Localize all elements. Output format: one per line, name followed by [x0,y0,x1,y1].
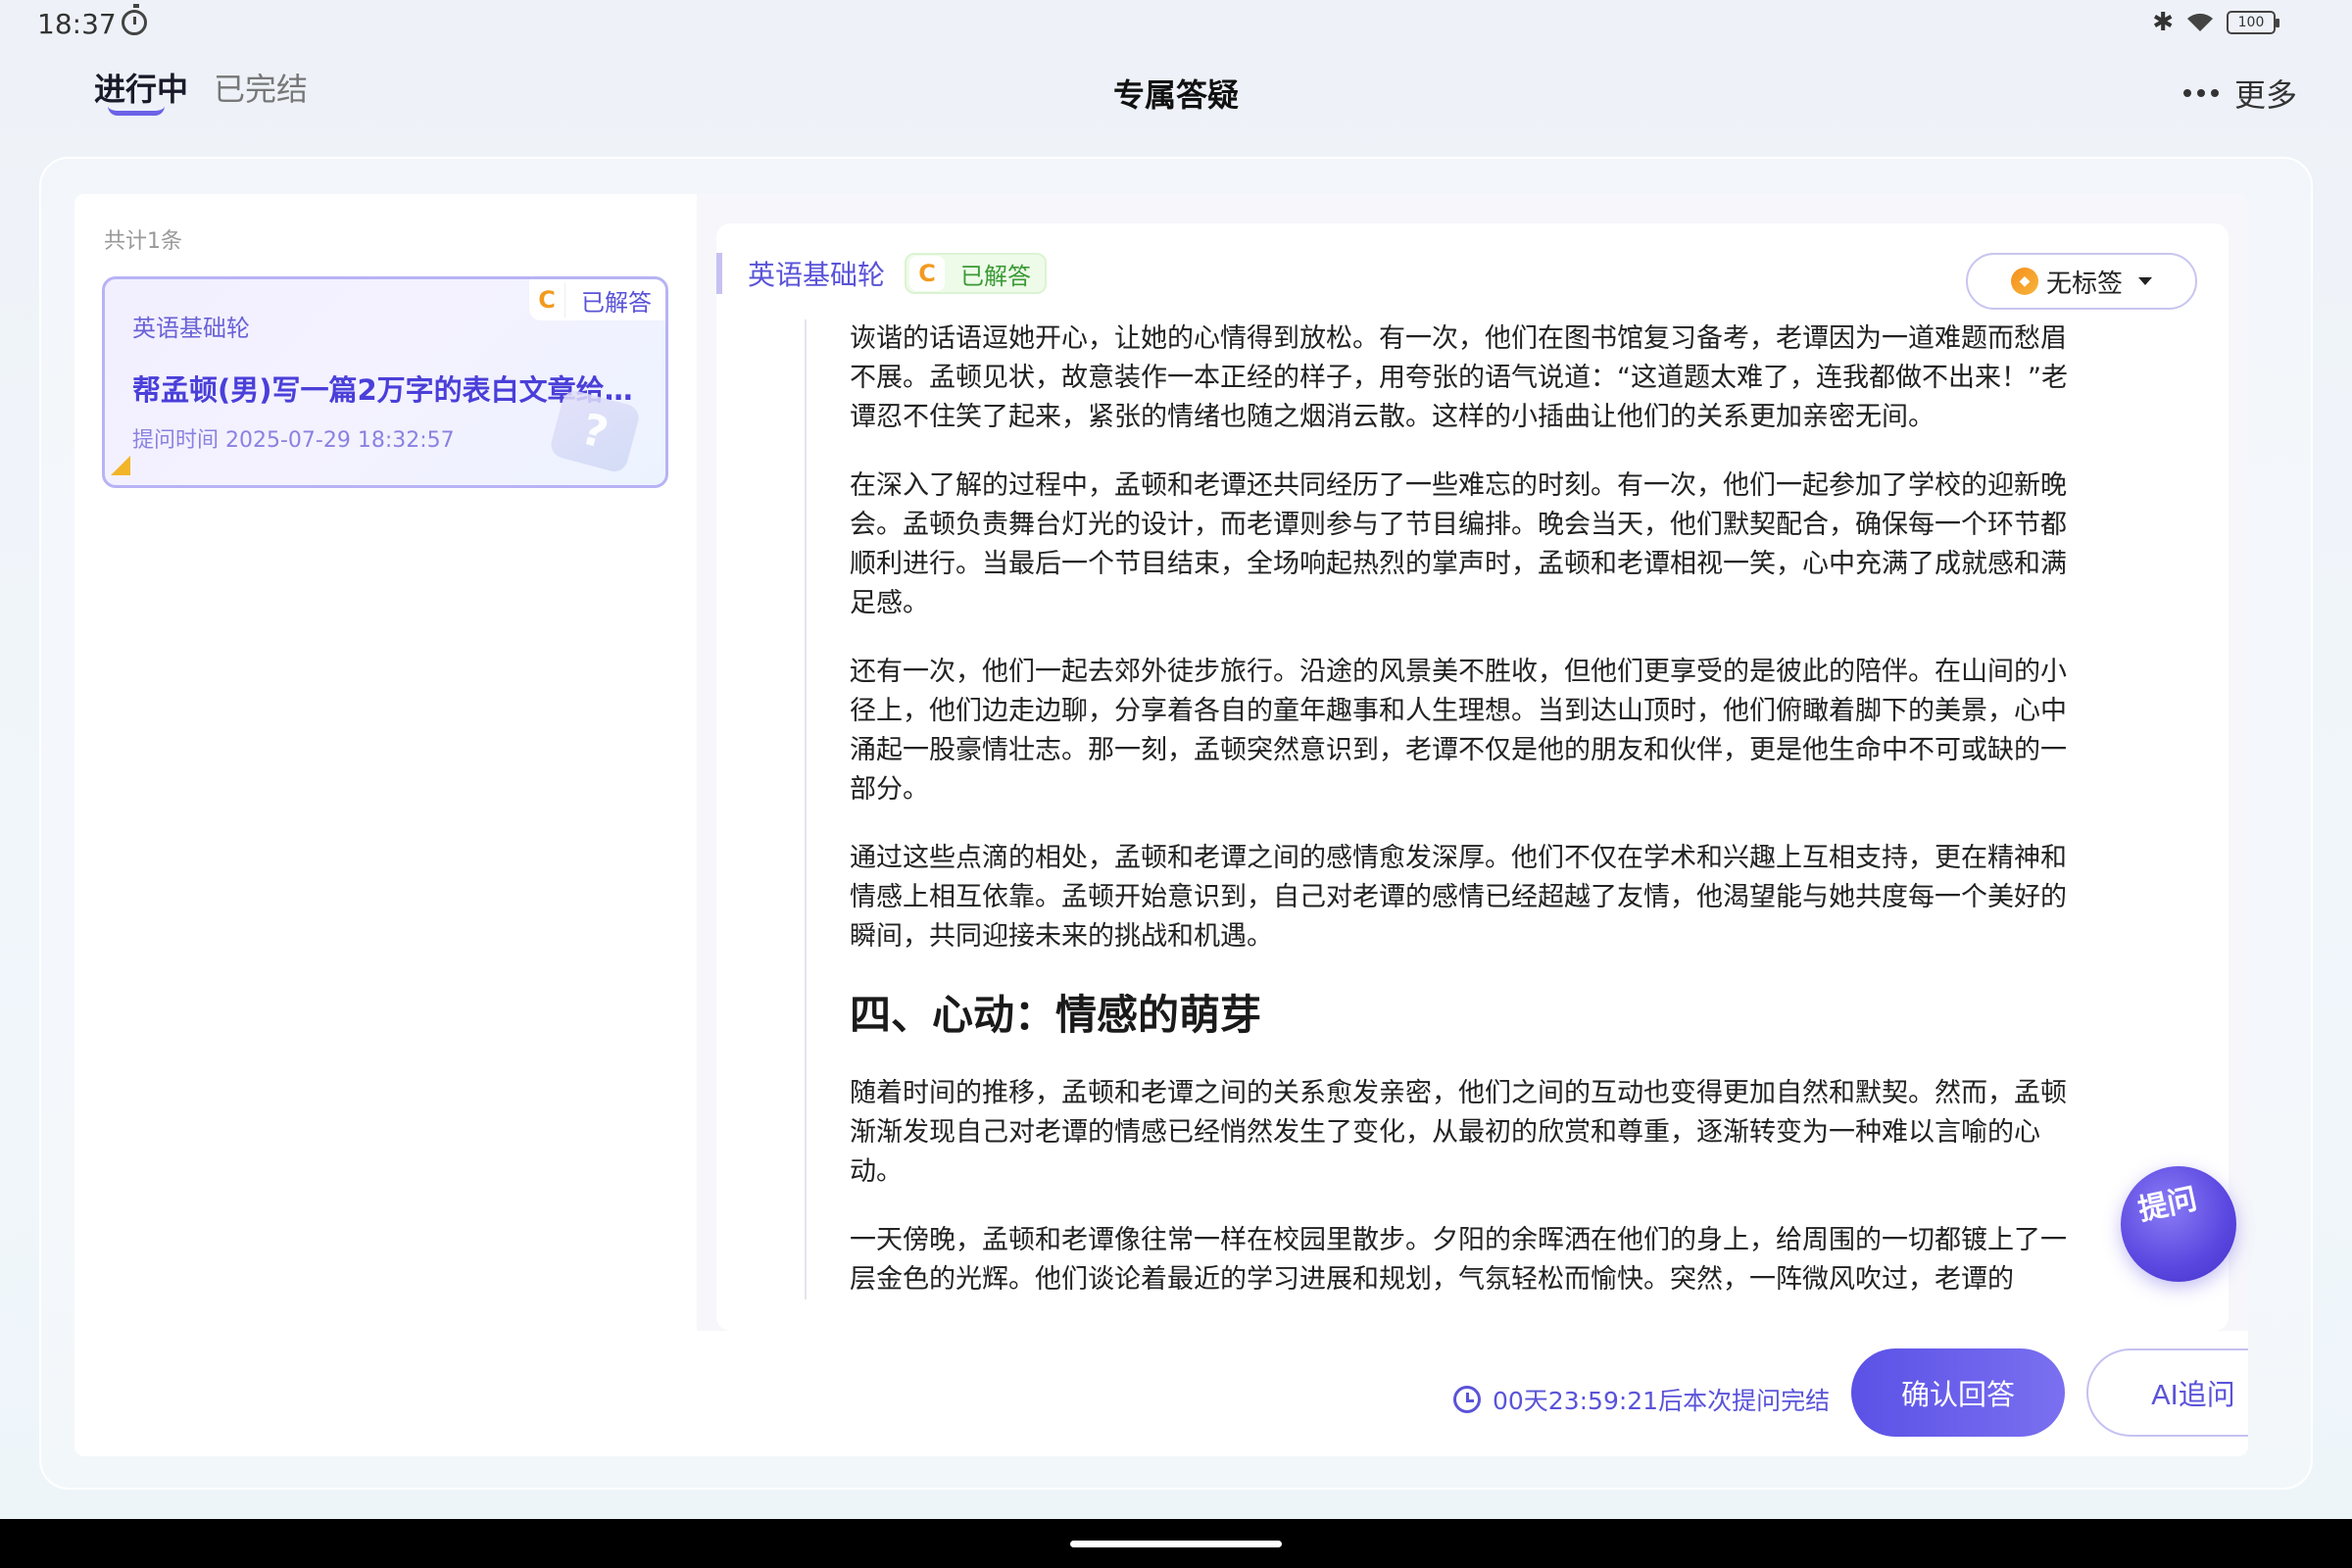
question-card[interactable]: C 已解答 英语基础轮 帮孟顿(男)写一篇2万字的表白文章给… 提问时间 202… [102,276,668,488]
card-status-tag: C 已解答 [529,279,665,320]
answer-paragraph: 通过这些点滴的相处，孟顿和老谭之间的感情愈发深厚。他们不仅在学术和兴趣上互相支持… [850,843,2067,952]
footer-bar: 00天23:59:21后本次提问完结 确认回答 AI追问 [697,1331,2248,1456]
answer-heading: 四、心动：情感的萌芽 [850,991,1262,1039]
caret-down-icon [2138,277,2152,285]
bluetooth-icon: ✱ [2152,8,2174,37]
answer-paragraph: 在深入了解的过程中，孟顿和老谭还共同经历了一些难忘的时刻。有一次，他们一起参加了… [850,470,2067,618]
ai-followup-button[interactable]: AI追问 [2086,1348,2248,1437]
status-time: 18:37 [37,8,117,40]
tag-icon: ◆ [2010,268,2038,295]
answer-pane: 英语基础轮 C 已解答 ◆ 无标签 诙谐的话语逗她开心，让她的心情得到放松。有一… [697,194,2248,1331]
answer-status: 已解答 [960,262,1032,290]
card-time: 提问时间 2025-07-29 18:32:57 [132,428,455,453]
label-text: 无标签 [2045,269,2123,299]
battery-icon: 100 [2227,11,2279,34]
answer-text[interactable]: 诙谐的话语逗她开心，让她的心情得到放松。有一次，他们在图书馆复习备考，老谭因为一… [805,319,2079,1299]
system-nav-bar [0,1519,2352,1568]
answer-status-tag: C 已解答 [905,253,1048,294]
answer-paragraph: 随着时间的推移，孟顿和老谭之间的关系愈发亲密，他们之间的互动也变得更加自然和默契… [850,1078,2067,1187]
status-bar: 18:37 ✱ 100 [0,0,2352,49]
confirm-answer-button[interactable]: 确认回答 [1851,1348,2065,1437]
card-status: 已解答 [564,282,665,318]
answer-paragraph: 诙谐的话语逗她开心，让她的心情得到放松。有一次，他们在图书馆复习备考，老谭因为一… [850,323,2068,432]
more-button[interactable]: 更多 [2182,71,2297,116]
answer-course: 英语基础轮 [748,259,886,291]
question-list: 共计1条 C 已解答 英语基础轮 帮孟顿(男)写一篇2万字的表白文章给… 提问时… [74,194,697,1331]
grade-c-icon: C [909,256,946,291]
page-title: 专属答疑 [1112,76,1239,114]
countdown-text: 00天23:59:21后本次提问完结 [1493,1387,1831,1415]
answer-paragraph: 一天傍晚，孟顿和老谭像往常一样在校园里散步。夕阳的余晖洒在他们的身上，给周围的一… [850,1225,2067,1295]
answer-header: 英语基础轮 C 已解答 [716,253,1048,294]
stopwatch-icon [122,4,147,35]
ask-bubble-icon [2121,1166,2236,1282]
answer-content: 英语基础轮 C 已解答 ◆ 无标签 诙谐的话语逗她开心，让她的心情得到放松。有一… [716,223,2229,1331]
answer-paragraph: 还有一次，他们一起去郊外徒步旅行。沿途的风景美不胜收，但他们更享受的是彼此的陪伴… [850,657,2067,805]
list-count: 共计1条 [104,229,182,254]
card-course: 英语基础轮 [132,315,250,342]
main-panel: 共计1条 C 已解答 英语基础轮 帮孟顿(男)写一篇2万字的表白文章给… 提问时… [74,194,2248,1456]
ask-question-button[interactable]: 提问 [2121,1166,2242,1282]
wifi-icon [2185,12,2215,33]
more-label: 更多 [2233,76,2297,114]
clock-icon [1453,1386,1481,1413]
more-dots-icon [2182,89,2219,97]
home-indicator[interactable] [1070,1541,1282,1547]
label-dropdown[interactable]: ◆ 无标签 [1966,253,2197,310]
corner-flag-icon [111,456,130,475]
countdown: 00天23:59:21后本次提问完结 [1453,1382,1830,1417]
grade-c-icon: C [538,286,556,314]
